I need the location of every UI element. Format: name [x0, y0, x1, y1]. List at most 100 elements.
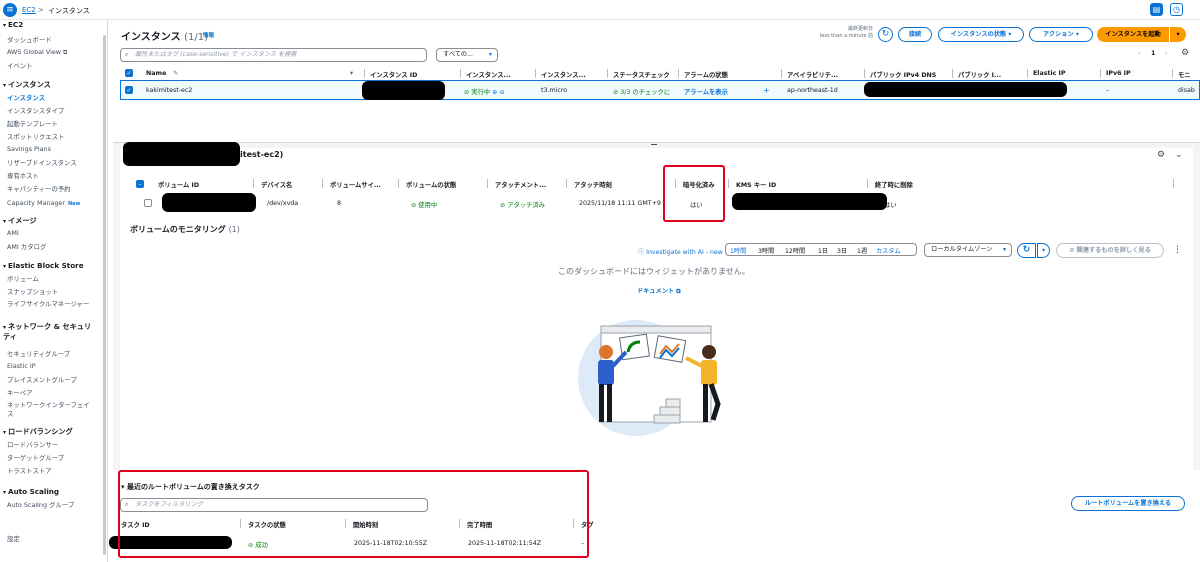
- time-range-3[interactable]: 1日: [818, 246, 828, 255]
- refresh-options-button[interactable]: ▾: [1037, 243, 1050, 258]
- sidebar-item-10[interactable]: リザーブドインスタンス: [7, 158, 77, 167]
- volume-column-0[interactable]: ボリューム ID: [158, 180, 199, 189]
- column-separator[interactable]: [728, 179, 729, 188]
- column-separator[interactable]: [566, 179, 567, 188]
- column-header-1[interactable]: インスタンス ID: [370, 70, 417, 79]
- time-range-4[interactable]: 3日: [837, 246, 847, 255]
- sidebar-item-28[interactable]: ロードバランサー: [7, 440, 58, 449]
- timezone-select[interactable]: ローカルタイムゾーン ▾: [924, 243, 1012, 257]
- launch-instance-button[interactable]: インスタンスを起動: [1097, 27, 1169, 42]
- sidebar-item-6[interactable]: インスタンスタイプ: [7, 106, 64, 115]
- time-range-6[interactable]: カスタム: [876, 246, 901, 255]
- column-header-7[interactable]: パブリック IPv4 DNS: [870, 70, 936, 79]
- column-separator[interactable]: [1100, 69, 1101, 78]
- select-all-volumes-checkbox[interactable]: –: [136, 180, 144, 188]
- volume-column-7[interactable]: KMS キー ID: [736, 180, 776, 189]
- column-separator[interactable]: [1173, 179, 1174, 188]
- sidebar-item-30[interactable]: トラストストア: [7, 466, 52, 475]
- investigate-ai-link[interactable]: ⓘ Investigate with AI - new: [638, 247, 723, 256]
- volume-column-4[interactable]: アタッチメント...: [495, 180, 546, 189]
- column-separator[interactable]: [487, 179, 488, 188]
- column-separator[interactable]: [867, 179, 868, 188]
- sidebar-item-12[interactable]: キャパシティーの予約: [7, 184, 71, 193]
- sidebar-item-2[interactable]: AWS Global View ⧉: [7, 48, 67, 57]
- more-options-icon[interactable]: ⋮: [1173, 245, 1182, 255]
- column-separator[interactable]: [1027, 69, 1028, 78]
- sidebar-item-24[interactable]: プレイスメントグループ: [7, 375, 77, 384]
- time-range-5[interactable]: 1週: [857, 246, 867, 255]
- column-separator[interactable]: [460, 69, 461, 78]
- sidebar-item-32[interactable]: Auto Scaling グループ: [7, 500, 74, 509]
- explore-related-button[interactable]: ⊘ 関連するものを詳しく見る: [1056, 243, 1164, 258]
- sidebar-item-8[interactable]: スポットリクエスト: [7, 132, 65, 141]
- state-filter-select[interactable]: すべての... ▾: [436, 48, 498, 62]
- instance-search-input[interactable]: ⌕ 属性またはタグ (case-sensitive) で インスタンス を検索: [120, 48, 427, 62]
- volume-column-5[interactable]: アタッチ時刻: [574, 180, 612, 189]
- help-icon[interactable]: ◷: [1170, 3, 1183, 16]
- page-number[interactable]: 1: [1151, 50, 1155, 57]
- sidebar-item-19[interactable]: スナップショット: [7, 287, 58, 296]
- column-header-9[interactable]: Elastic IP: [1033, 70, 1066, 77]
- notifications-icon[interactable]: ▤: [1150, 3, 1163, 16]
- sidebar-item-7[interactable]: 起動テンプレート: [7, 119, 58, 128]
- sidebar-item-0[interactable]: ▾ EC2: [3, 20, 23, 29]
- settings-icon[interactable]: ⚙: [1157, 150, 1165, 160]
- sidebar-item-9[interactable]: Savings Plans: [7, 145, 51, 153]
- chevron-down-icon[interactable]: ⌄: [1175, 150, 1183, 160]
- column-separator[interactable]: [253, 179, 254, 188]
- volume-column-3[interactable]: ボリュームの状態: [406, 180, 456, 189]
- connect-button[interactable]: 接続: [898, 27, 932, 42]
- column-separator[interactable]: [781, 69, 782, 78]
- sidebar-item-21[interactable]: ▾ ネットワーク & セキュリティ: [3, 322, 95, 341]
- column-separator[interactable]: [864, 69, 865, 78]
- sidebar-item-14[interactable]: ▾ イメージ: [3, 216, 37, 226]
- volume-column-8[interactable]: 終了時に削除: [875, 180, 913, 189]
- sidebar-item-25[interactable]: キーペア: [7, 388, 33, 397]
- time-range-0[interactable]: 1時間: [730, 246, 746, 255]
- documentation-link[interactable]: ドキュメント ⧉: [637, 286, 681, 296]
- breadcrumb-service[interactable]: EC2: [22, 6, 36, 14]
- info-link[interactable]: 情報: [203, 31, 214, 39]
- sidebar-item-4[interactable]: ▾ インスタンス: [3, 80, 51, 90]
- column-header-10[interactable]: IPv6 IP: [1106, 70, 1131, 77]
- column-separator[interactable]: [322, 179, 323, 188]
- settings-icon[interactable]: ⚙: [1181, 48, 1189, 58]
- launch-dropdown-button[interactable]: ▾: [1170, 27, 1186, 42]
- view-alarms-link[interactable]: アラームを表示: [684, 87, 728, 96]
- column-header-2[interactable]: インスタンス...: [466, 70, 511, 79]
- replace-root-volume-button[interactable]: ルートボリュームを置き換える: [1071, 496, 1185, 511]
- sidebar-item-23[interactable]: Elastic IP: [7, 362, 36, 370]
- sidebar-item-16[interactable]: AMI カタログ: [7, 242, 46, 251]
- row-checkbox[interactable]: ✓: [125, 86, 133, 94]
- sidebar-item-3[interactable]: イベント: [7, 61, 33, 70]
- sidebar-item-33[interactable]: 設定: [7, 534, 20, 543]
- column-separator[interactable]: [398, 179, 399, 188]
- sidebar-item-11[interactable]: 専有ホスト: [7, 171, 39, 180]
- actions-button[interactable]: アクション ▾: [1029, 27, 1093, 42]
- sidebar-item-18[interactable]: ボリューム: [7, 274, 39, 283]
- sidebar-item-17[interactable]: ▾ Elastic Block Store: [3, 261, 84, 270]
- time-range-2[interactable]: 12時間: [785, 246, 805, 255]
- sidebar-item-13[interactable]: Capacity Manager New: [7, 199, 80, 207]
- prev-page-icon[interactable]: ‹: [1138, 50, 1141, 57]
- refresh-icon[interactable]: ↻: [878, 27, 893, 42]
- column-header-4[interactable]: ステータスチェック: [613, 70, 670, 79]
- column-header-5[interactable]: アラームの状態: [684, 70, 728, 79]
- column-separator[interactable]: [364, 69, 365, 78]
- sidebar-item-20[interactable]: ライフサイクルマネージャー: [7, 300, 95, 309]
- menu-icon[interactable]: ≡: [3, 3, 17, 17]
- sidebar-item-31[interactable]: ▾ Auto Scaling: [3, 487, 59, 496]
- time-range-1[interactable]: 3時間: [758, 246, 774, 255]
- select-all-checkbox[interactable]: ✓: [125, 69, 133, 77]
- column-separator[interactable]: [678, 69, 679, 78]
- sidebar-scrollbar[interactable]: [103, 35, 106, 555]
- volume-row-checkbox[interactable]: [144, 199, 152, 207]
- column-header-3[interactable]: インスタンス...: [541, 70, 586, 79]
- sidebar-item-22[interactable]: セキュリティグループ: [7, 349, 70, 358]
- next-page-icon[interactable]: ›: [1165, 50, 1168, 57]
- sidebar-item-29[interactable]: ターゲットグループ: [7, 453, 64, 462]
- volume-column-1[interactable]: デバイス名: [261, 180, 292, 189]
- column-separator[interactable]: [1172, 69, 1173, 78]
- zoom-out-icon[interactable]: ⊖: [497, 89, 504, 96]
- column-header-11[interactable]: モニ: [1178, 70, 1191, 79]
